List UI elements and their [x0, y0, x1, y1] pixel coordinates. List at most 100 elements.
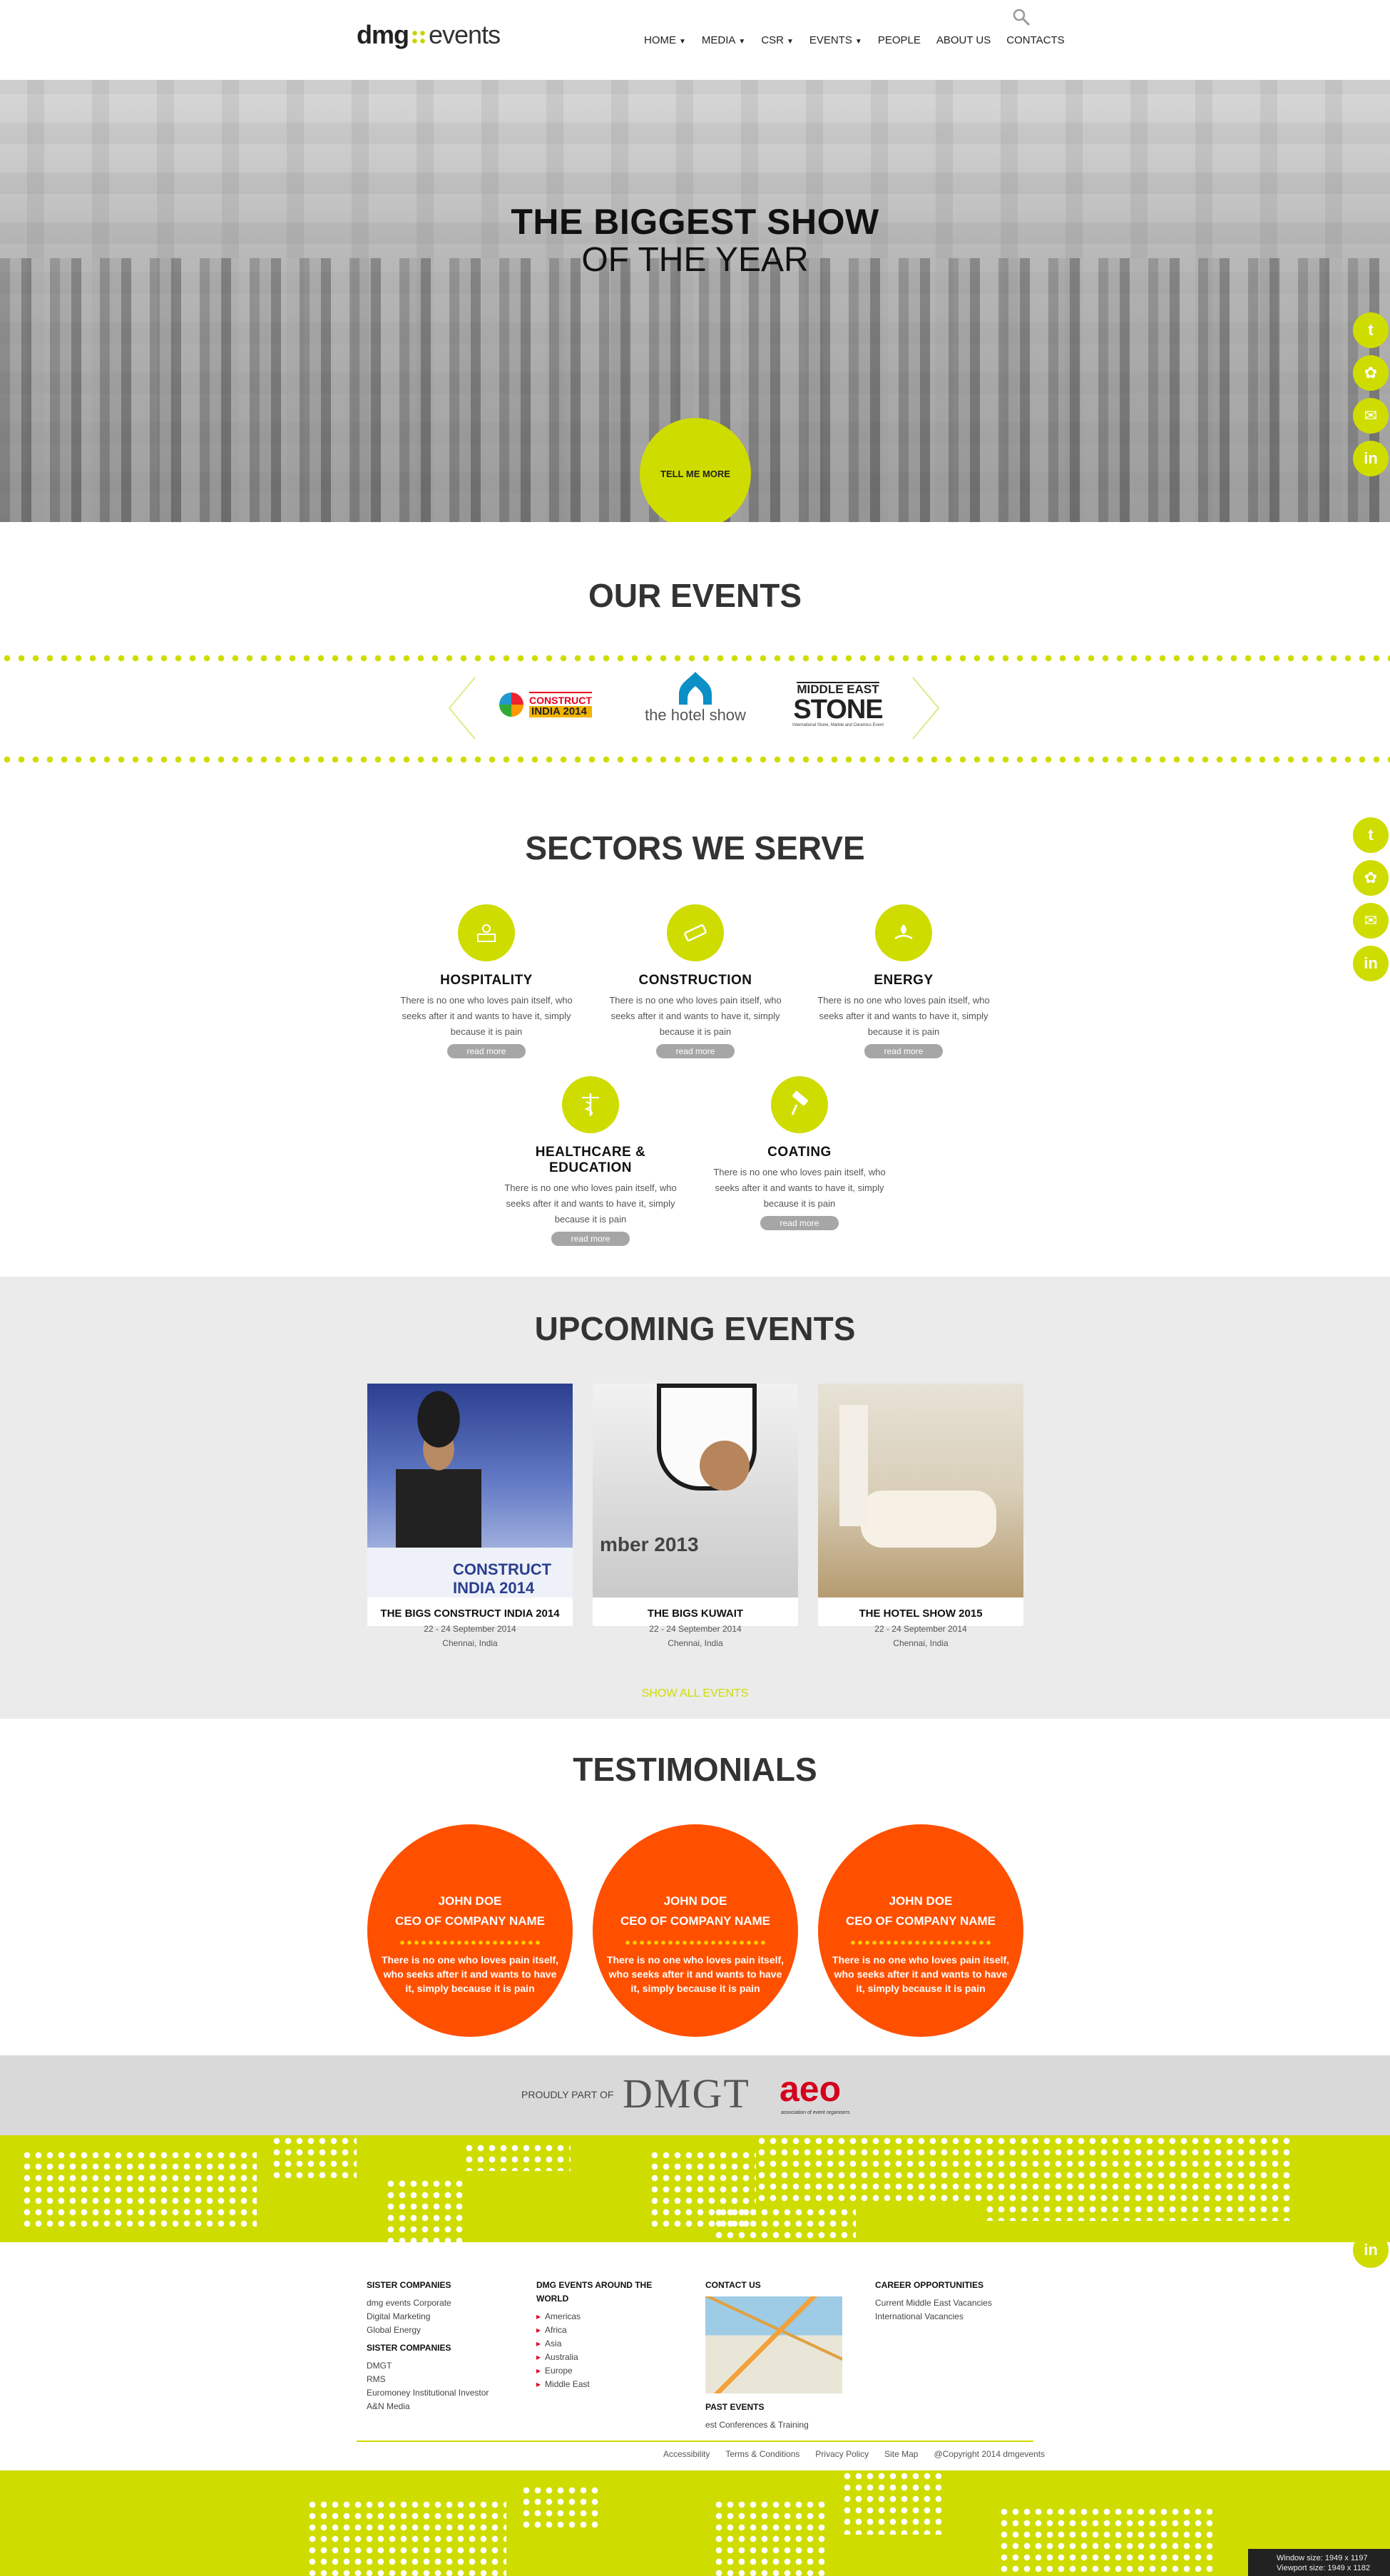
footer-link[interactable]: Euromoney Institutional Investor	[367, 2386, 523, 2400]
contact-map[interactable]	[705, 2296, 842, 2393]
footer-link[interactable]: Current Middle East Vacancies	[875, 2296, 1032, 2310]
testimonial-circle: JOHN DOE CEO OF COMPANY NAME There is no …	[593, 1824, 798, 2037]
footer-heading: PAST EVENTS	[705, 2402, 765, 2412]
main-nav: HOME ▼ MEDIA ▼ CSR ▼ EVENTS ▼ PEOPLE ABOUT U…	[644, 34, 1065, 46]
footer-col-contact: CONTACT US PAST EVENTS est Conferences &…	[705, 2279, 848, 2432]
carousel-next-arrow[interactable]	[911, 676, 940, 740]
sector-desc: There is no one who loves pain itself, w…	[817, 995, 990, 1037]
event-photo: mber 2013	[593, 1384, 798, 1598]
event-place: Chennai, India	[668, 1638, 723, 1648]
show-all-events-link[interactable]: SHOW ALL EVENTS	[0, 1687, 1390, 1700]
sector-desc: There is no one who loves pain itself, w…	[400, 995, 573, 1037]
event-date: 22 - 24 September 2014	[649, 1624, 742, 1634]
construct-india-logo[interactable]: CONSTRUCT INDIA 2014	[485, 676, 606, 733]
aeo-logo[interactable]: aeo	[780, 2068, 841, 2110]
chevron-down-icon: ▼	[854, 38, 862, 46]
terms-link[interactable]: Terms & Conditions	[725, 2449, 799, 2459]
man-face	[700, 1441, 750, 1491]
footer-link[interactable]: Australia	[536, 2351, 679, 2364]
photo-banner-text: CONSTRUCT INDIA 2014	[367, 1548, 573, 1598]
stone-line2: STONE	[793, 695, 883, 725]
footer-link[interactable]: Africa	[536, 2324, 679, 2337]
carousel-prev-arrow[interactable]	[448, 676, 476, 740]
footer-link[interactable]: RMS	[367, 2373, 523, 2386]
testimonial-circle: JOHN DOE CEO OF COMPANY NAME There is no …	[367, 1824, 573, 2037]
testimonial-quote: There is no one who loves pain itself, w…	[606, 1954, 785, 1994]
sectors-title: SECTORS WE SERVE	[525, 829, 865, 867]
footer-link[interactable]: Global Energy	[367, 2324, 523, 2337]
dotted-divider	[0, 654, 1390, 663]
footer-link[interactable]: Digital Marketing	[367, 2310, 523, 2324]
sector-name: CONSTRUCTION	[638, 973, 752, 988]
dmgt-logo[interactable]: DMGT	[623, 2070, 750, 2117]
testimonial-role: CEO OF COMPANY NAME	[395, 1914, 545, 1928]
hotel-show-dome-icon	[679, 672, 712, 705]
email-icon[interactable]: ✉	[1353, 903, 1389, 939]
nav-contacts[interactable]: CONTACTS	[1006, 34, 1064, 46]
footer-link[interactable]: est Conferences & Training	[705, 2418, 848, 2432]
hero-banner: THE BIGGEST SHOW OF THE YEAR TELL ME MOR…	[0, 80, 1390, 522]
middle-east-stone-logo[interactable]: MIDDLE EAST STONE International Stone, M…	[785, 676, 891, 733]
sector-name: COATING	[767, 1145, 832, 1160]
read-more-button[interactable]: read more	[864, 1044, 943, 1058]
footer-link[interactable]: A&N Media	[367, 2400, 523, 2413]
nav-csr[interactable]: CSR ▼	[761, 34, 794, 46]
hospitality-icon	[458, 904, 515, 961]
nav-media[interactable]: MEDIA ▼	[702, 34, 745, 46]
sitemap-link[interactable]: Site Map	[884, 2449, 918, 2459]
hero-title: THE BIGGEST SHOW	[511, 202, 879, 242]
accessibility-link[interactable]: Accessibility	[663, 2449, 710, 2459]
event-place: Chennai, India	[442, 1638, 498, 1648]
nav-events[interactable]: EVENTS ▼	[809, 34, 862, 46]
footer-link[interactable]: dmg events Corporate	[367, 2296, 523, 2310]
testimonial-role: CEO OF COMPANY NAME	[846, 1914, 996, 1928]
footer-link[interactable]: Middle East	[536, 2378, 679, 2391]
footer-divider	[357, 2440, 1033, 2442]
linkedin-icon[interactable]: in	[1353, 441, 1389, 476]
dmg-events-logo[interactable]: dmg events	[357, 20, 501, 50]
paint-roller-icon	[771, 1076, 828, 1133]
sector-hospitality: HOSPITALITY There is no one who loves pa…	[394, 904, 579, 1058]
caduceus-icon	[562, 1076, 619, 1133]
footer-link[interactable]: Asia	[536, 2337, 679, 2351]
email-icon[interactable]: ✉	[1353, 398, 1389, 434]
footer-col-around-world: DMG EVENTS AROUND THE WORLD Americas Afr…	[536, 2279, 679, 2391]
share-icon[interactable]: ✿	[1353, 355, 1389, 391]
our-events-title: OUR EVENTS	[588, 577, 802, 614]
footer-heading: CONTACT US	[705, 2280, 761, 2290]
search-icon[interactable]	[1011, 7, 1031, 27]
nav-about-us[interactable]: ABOUT US	[936, 34, 991, 46]
read-more-button[interactable]: read more	[447, 1044, 526, 1058]
event-card[interactable]: THE HOTEL SHOW 2015 22 - 24 September 20…	[818, 1384, 1023, 1648]
twitter-icon[interactable]: t	[1353, 312, 1389, 348]
window-size-overlay: Window size: 1949 x 1197 Viewport size: …	[1248, 2549, 1390, 2576]
event-title: THE BIGS KUWAIT	[647, 1608, 744, 1620]
event-card[interactable]: CONSTRUCT INDIA 2014 THE BIGS CONSTRUCT …	[367, 1384, 573, 1648]
proudly-part-of-label: PROUDLY PART OF	[521, 2089, 614, 2100]
read-more-button[interactable]: read more	[551, 1232, 630, 1246]
hero-subtitle: OF THE YEAR	[581, 241, 809, 279]
world-map-band	[0, 2470, 1390, 2576]
read-more-button[interactable]: read more	[656, 1044, 735, 1058]
footer-link[interactable]: Europe	[536, 2364, 679, 2378]
event-title: THE BIGS CONSTRUCT INDIA 2014	[380, 1608, 560, 1620]
hotel-show-logo[interactable]: the hotel show	[628, 669, 763, 726]
sector-construction: CONSTRUCTION There is no one who loves p…	[603, 904, 788, 1058]
privacy-link[interactable]: Privacy Policy	[815, 2449, 869, 2459]
nav-people[interactable]: PEOPLE	[878, 34, 921, 46]
linkedin-icon[interactable]: in	[1353, 946, 1389, 981]
footer-link[interactable]: International Vacancies	[875, 2310, 1032, 2324]
tell-me-more-button[interactable]: TELL ME MORE	[640, 418, 751, 522]
energy-icon	[875, 904, 932, 961]
dotted-divider	[0, 755, 1390, 764]
read-more-button[interactable]: read more	[760, 1216, 839, 1230]
footer-link[interactable]: Americas	[536, 2310, 679, 2324]
header: dmg events HOME ▼ MEDIA ▼ CSR ▼ EVENTS ▼ PEOP…	[0, 0, 1390, 80]
footer-link[interactable]: DMGT	[367, 2359, 523, 2373]
nav-home[interactable]: HOME ▼	[644, 34, 686, 46]
testimonials-title: TESTIMONIALS	[573, 1751, 817, 1788]
event-card[interactable]: mber 2013 THE BIGS KUWAIT 22 - 24 Septem…	[593, 1384, 798, 1648]
footer-bottom-links: Accessibility Terms & Conditions Privacy…	[663, 2449, 1045, 2459]
sector-name: HOSPITALITY	[440, 973, 533, 988]
testimonial-role: CEO OF COMPANY NAME	[620, 1914, 770, 1928]
